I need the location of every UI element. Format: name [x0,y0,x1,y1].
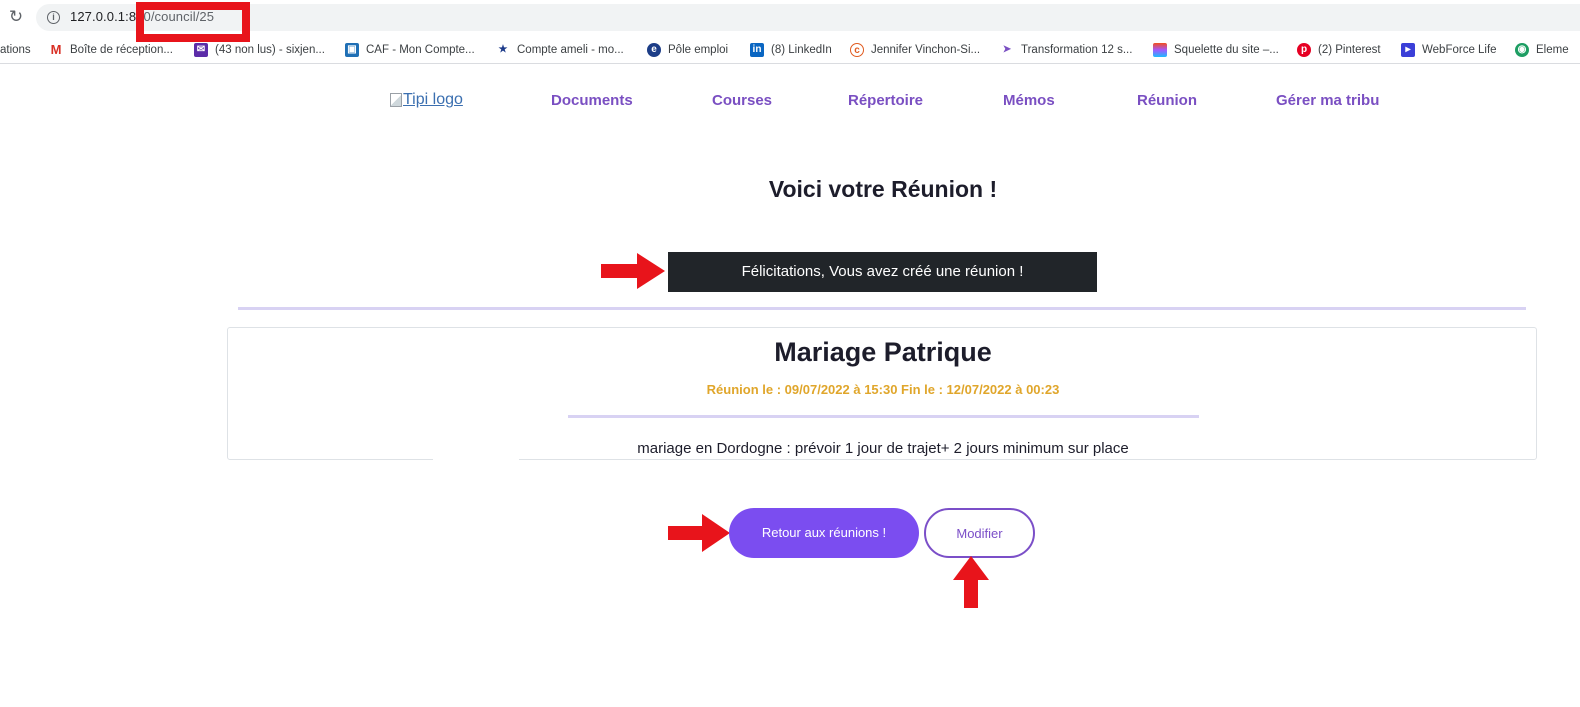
bookmark-item[interactable]: ▣ CAF - Mon Compte... [345,40,475,60]
bookmark-item[interactable]: ➤ Transformation 12 s... [1000,40,1132,60]
bookmark-item[interactable]: p (2) Pinterest [1297,40,1381,60]
nav-documents[interactable]: Documents [551,92,633,109]
edit-button[interactable]: Modifier [924,508,1035,558]
bookmark-label: Squelette du site –... [1174,44,1279,56]
page-title: Voici votre Réunion ! [768,176,998,202]
reload-icon[interactable]: ↻ [6,7,26,27]
address-bar[interactable]: i 127.0.0.1:800/council/25 [36,4,1580,31]
bookmark-label: (8) LinkedIn [771,44,832,56]
bookmark-label: WebForce Life [1422,44,1497,56]
divider [238,307,1526,310]
bookmarks-bar: ations M Boîte de réception... ✉ (43 non l… [0,36,1580,64]
url-host: 127.0.0.1:8 [70,9,137,24]
site-icon: ➤ [1000,43,1014,57]
bookmark-item[interactable]: ◉ Eleme [1515,40,1569,60]
site-icon: c [850,43,864,57]
meeting-dates: Réunion le : 09/07/2022 à 15:30 Fin le :… [706,382,1060,397]
linkedin-icon: in [750,43,764,57]
bookmark-item[interactable]: e Pôle emploi [647,40,728,60]
bookmark-label: Eleme [1536,44,1569,56]
webforce-icon: ▸ [1401,43,1415,57]
bookmark-item[interactable]: ations [0,40,31,60]
bookmark-item[interactable]: ★ Compte ameli - mo... [496,40,624,60]
annotation-arrow-up-icon [953,556,989,608]
ameli-icon: ★ [496,43,510,57]
site-icon: ◉ [1515,43,1529,57]
mail-icon: ✉ [194,43,208,57]
bookmark-label: (43 non lus) - sixjen... [215,44,325,56]
info-icon[interactable]: i [47,11,60,24]
success-alert: Félicitations, Vous avez créé une réunio… [668,252,1097,292]
pinterest-icon: p [1297,43,1311,57]
gmail-icon: M [49,42,63,57]
annotation-arrow-right-icon [601,253,665,289]
bookmark-item[interactable]: ✉ (43 non lus) - sixjen... [194,40,325,60]
nav-repertoire[interactable]: Répertoire [848,92,923,109]
bookmark-label: CAF - Mon Compte... [366,44,475,56]
bookmark-label: Boîte de réception... [70,44,173,56]
caf-icon: ▣ [345,43,359,57]
card-divider [568,415,1199,418]
bookmark-label: Compte ameli - mo... [517,44,624,56]
nav-reunion[interactable]: Réunion [1137,92,1197,109]
logo-alt-text: Tipi logo [403,91,463,108]
bookmark-label: ations [0,44,31,56]
meeting-title: Mariage Patrique [774,337,992,367]
meeting-card: Mariage Patrique Réunion le : 09/07/2022… [227,327,1537,460]
bookmark-item[interactable]: c Jennifer Vinchon-Si... [850,40,980,60]
bookmark-label: (2) Pinterest [1318,44,1381,56]
nav-memos[interactable]: Mémos [1003,92,1055,109]
meeting-description: mariage en Dordogne : prévoir 1 jour de … [637,440,1129,457]
bookmark-label: Pôle emploi [668,44,729,56]
nav-courses[interactable]: Courses [712,92,772,109]
back-to-meetings-button[interactable]: Retour aux réunions ! [729,508,919,558]
card-border-gap [433,452,519,464]
bookmark-item[interactable]: M Boîte de réception... [49,40,173,60]
bookmark-item[interactable]: ▸ WebForce Life [1401,40,1497,60]
bookmark-item[interactable]: in (8) LinkedIn [750,40,832,60]
figma-icon [1153,43,1167,57]
bookmark-label: Jennifer Vinchon-Si... [871,44,981,56]
bookmark-label: Transformation 12 s... [1021,44,1133,56]
pole-emploi-icon: e [647,43,661,57]
nav-gerer-ma-tribu[interactable]: Gérer ma tribu [1276,92,1379,109]
main-nav: Tipi logo Documents Courses Répertoire M… [0,88,1580,116]
logo-link[interactable]: Tipi logo [390,91,463,109]
annotation-arrow-right-icon [668,514,730,552]
broken-image-icon [390,93,402,107]
bookmark-item[interactable]: Squelette du site –... [1153,40,1279,60]
